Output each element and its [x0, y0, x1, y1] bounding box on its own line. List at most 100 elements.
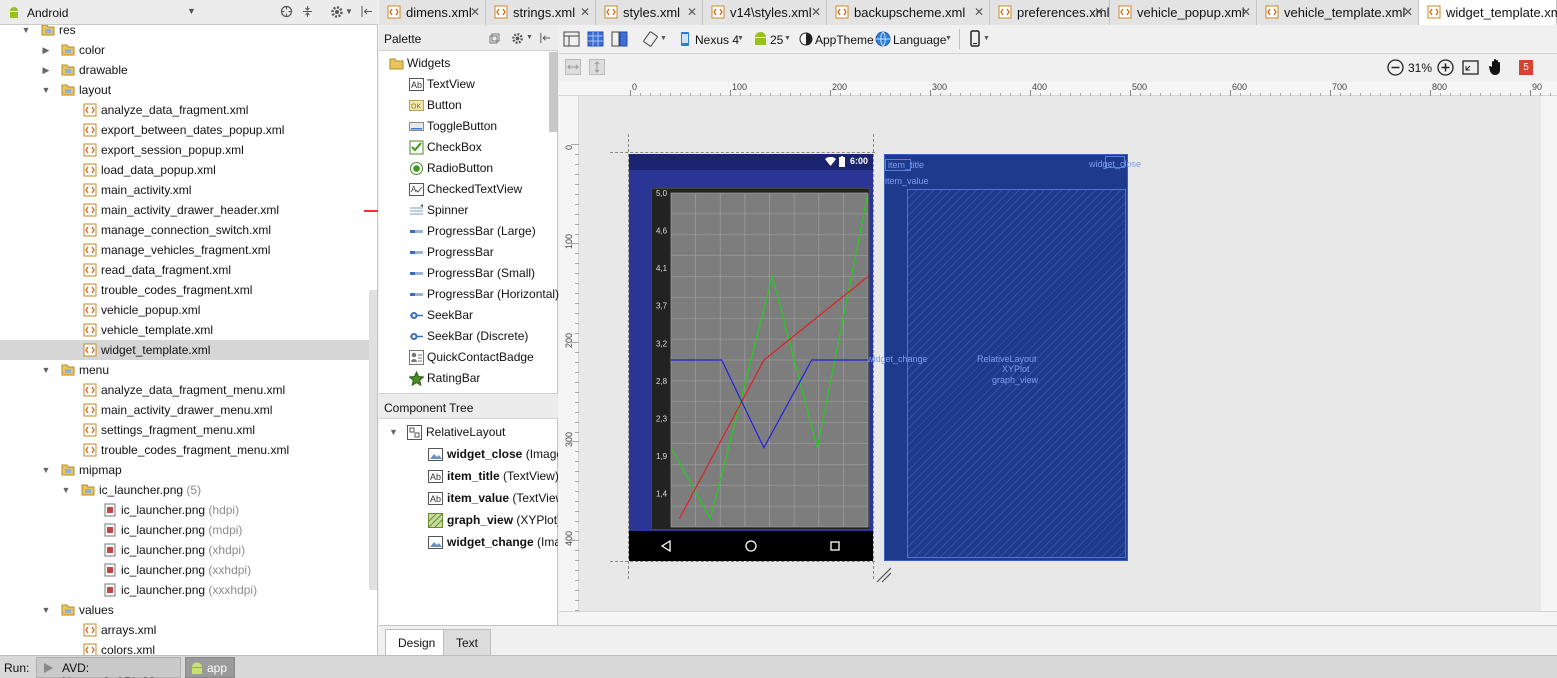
palette-item[interactable]: OK Button — [379, 95, 558, 116]
component-widget-close[interactable]: widget_close (ImageView) — [379, 443, 558, 465]
tree-file[interactable]: analyze_data_fragment.xml — [0, 100, 377, 120]
palette-item[interactable]: ProgressBar — [379, 242, 558, 263]
zoom-in-icon[interactable] — [1437, 59, 1454, 76]
tree-file[interactable]: vehicle_popup.xml — [0, 300, 377, 320]
component-graph-view[interactable]: graph_view (XYPlot) — [379, 509, 558, 531]
tree-file[interactable]: export_between_dates_popup.xml — [0, 120, 377, 140]
design-surface-icon[interactable] — [563, 31, 580, 47]
palette-item[interactable]: ToggleButton — [379, 116, 558, 137]
palette-item[interactable]: QuickContactBadge — [379, 347, 558, 368]
design-canvas[interactable]: 0 100 200 300 400 500 600 700 800 90 0 100 200 300 40… — [559, 82, 1557, 631]
device-selector[interactable]: Nexus 4 — [695, 33, 739, 47]
both-views-icon[interactable] — [611, 31, 628, 47]
expand-arrow-icon[interactable]: ▼ — [41, 360, 51, 380]
tree-file[interactable]: manage_connection_switch.xml — [0, 220, 377, 240]
chevron-down-icon[interactable]: ▼ — [345, 7, 353, 16]
android-api-icon[interactable] — [752, 31, 769, 46]
tree-file[interactable]: vehicle_template.xml — [0, 320, 377, 340]
tree-folder[interactable]: ▼ mipmap — [0, 460, 377, 480]
palette-item[interactable]: SeekBar (Discrete) — [379, 326, 558, 347]
tree-file[interactable]: colors.xml — [0, 640, 377, 655]
tree-file[interactable]: ic_launcher.png (mdpi) — [0, 520, 377, 540]
tree-file[interactable]: widget_template.xml — [0, 340, 377, 360]
back-nav-icon[interactable] — [661, 540, 671, 552]
palette-item[interactable]: Spinner — [379, 200, 558, 221]
chevron-down-icon[interactable]: ▼ — [187, 6, 196, 16]
tab-strings-xml[interactable]: strings.xml ✕ — [486, 0, 596, 25]
graph-view[interactable]: 5,0 4,6 4,1 3,7 3,2 2,8 2,3 1,9 1,4 — [651, 188, 870, 530]
error-count-badge[interactable]: 5 — [1519, 60, 1533, 75]
tree-file[interactable]: main_activity.xml — [0, 180, 377, 200]
tree-file[interactable]: main_activity_drawer_menu.xml — [0, 400, 377, 420]
project-tree[interactable]: ▼ res ▶ color ▶ drawable ▼ layout analyze_data_f… — [0, 25, 378, 655]
tab-dimens-xml[interactable]: dimens.xml ✕ — [379, 0, 486, 25]
close-icon[interactable]: ✕ — [1403, 0, 1413, 25]
project-view-selector[interactable]: Android — [27, 6, 68, 20]
component-item-title[interactable]: Ab item_title (TextView) — [379, 465, 558, 487]
run-app-tab[interactable]: app — [185, 657, 235, 678]
gear-icon[interactable] — [330, 5, 344, 19]
palette-scrollbar[interactable] — [549, 52, 557, 132]
tree-file[interactable]: ic_launcher.png (xxxhdpi) — [0, 580, 377, 600]
pan-hand-icon[interactable] — [1488, 58, 1504, 76]
chevron-down-icon[interactable]: ▼ — [660, 35, 667, 42]
tree-scrollbar[interactable] — [369, 290, 377, 590]
chevron-down-icon[interactable]: ▼ — [983, 35, 990, 42]
tree-file[interactable]: main_activity_drawer_header.xml — [0, 200, 377, 220]
palette-item[interactable]: RatingBar — [379, 368, 558, 389]
close-icon[interactable]: ✕ — [470, 0, 480, 25]
hide-panel-icon[interactable] — [539, 32, 551, 44]
chevron-down-icon[interactable]: ▼ — [737, 35, 744, 42]
tab-vehicle-popup-xml[interactable]: vehicle_popup.xml ✕ — [1110, 0, 1257, 25]
chevron-down-icon[interactable]: ▼ — [945, 35, 952, 42]
tree-file[interactable]: arrays.xml — [0, 620, 377, 640]
tree-folder[interactable]: ▶ color — [0, 40, 377, 60]
collapse-arrow-icon[interactable]: ▶ — [41, 60, 51, 80]
pan-horizontal-icon[interactable] — [565, 59, 581, 75]
palette-item[interactable]: A CheckedTextView — [379, 179, 558, 200]
tree-file[interactable]: export_session_popup.xml — [0, 140, 377, 160]
expand-arrow-icon[interactable]: ▼ — [41, 460, 51, 480]
tree-file[interactable]: read_data_fragment.xml — [0, 260, 377, 280]
palette-group-widgets[interactable]: Widgets — [379, 53, 558, 74]
tree-file[interactable]: load_data_popup.xml — [0, 160, 377, 180]
tab-v14-styles-xml[interactable]: v14\styles.xml ✕ — [703, 0, 827, 25]
theme-icon[interactable] — [799, 32, 813, 46]
chevron-down-icon[interactable]: ▼ — [784, 35, 791, 42]
palette-item[interactable]: ProgressBar (Horizontal) — [379, 284, 559, 305]
tab-preferences-xml[interactable]: preferences.xml ✕ — [990, 0, 1110, 25]
tree-file[interactable]: ic_launcher.png (hdpi) — [0, 500, 377, 520]
home-nav-icon[interactable] — [745, 540, 757, 552]
palette-item[interactable]: ProgressBar (Large) — [379, 221, 558, 242]
language-selector[interactable]: Language — [893, 33, 946, 47]
blueprint-view[interactable]: item_title item_value widget_close widge… — [867, 154, 1141, 561]
chevron-down-icon[interactable]: ▼ — [526, 34, 533, 41]
expand-arrow-icon[interactable]: ▼ — [41, 600, 51, 620]
palette-item[interactable]: ProgressBar (Small) — [379, 263, 558, 284]
pan-vertical-icon[interactable] — [589, 59, 605, 75]
close-icon[interactable]: ✕ — [1094, 0, 1104, 25]
zoom-to-fit-icon[interactable] — [1462, 59, 1479, 76]
expand-arrow-icon[interactable]: ▼ — [21, 25, 31, 40]
tree-folder[interactable]: ▼ ic_launcher.png (5) — [0, 480, 377, 500]
expand-arrow-icon[interactable]: ▼ — [389, 421, 398, 443]
blueprint-icon[interactable] — [587, 31, 604, 47]
tree-file[interactable]: trouble_codes_fragment.xml — [0, 280, 377, 300]
tab-vehicle-template-xml[interactable]: vehicle_template.xml ✕ — [1257, 0, 1419, 25]
component-item-value[interactable]: Ab item_value (TextView) — [379, 487, 558, 509]
tree-folder[interactable]: ▶ drawable — [0, 60, 377, 80]
resize-handle-icon[interactable] — [875, 566, 893, 584]
tree-file[interactable]: analyze_data_fragment_menu.xml — [0, 380, 377, 400]
close-icon[interactable]: ✕ — [1241, 0, 1251, 25]
tree-file[interactable]: settings_fragment_menu.xml — [0, 420, 377, 440]
close-icon[interactable]: ✕ — [687, 0, 697, 25]
tree-file[interactable]: ic_launcher.png (xhdpi) — [0, 540, 377, 560]
tree-file[interactable]: manage_vehicles_fragment.xml — [0, 240, 377, 260]
tab-widget-template-xml[interactable]: widget_template.xml — [1419, 0, 1557, 26]
device-icon[interactable] — [680, 31, 690, 47]
palette-item[interactable]: Ab TextView — [379, 74, 558, 95]
palette-item[interactable]: RadioButton — [379, 158, 558, 179]
zoom-out-icon[interactable] — [1387, 59, 1404, 76]
api-level-selector[interactable]: 25 — [770, 33, 783, 47]
component-tree-root[interactable]: ▼ RelativeLayout — [379, 421, 558, 443]
